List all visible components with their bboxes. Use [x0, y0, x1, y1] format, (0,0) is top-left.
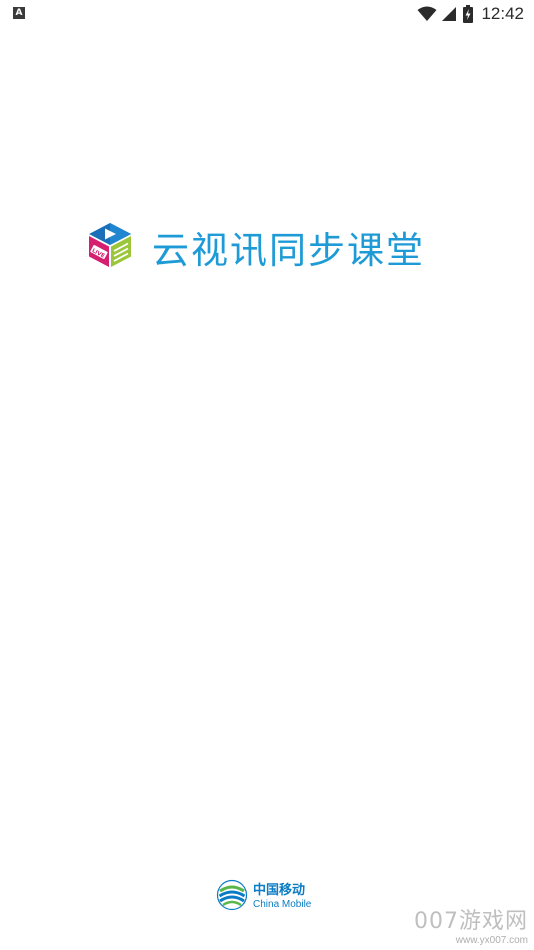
watermark-url: www.yx007.com — [455, 935, 528, 946]
watermark-text: 007游戏网 — [414, 909, 528, 934]
app-logo-icon: LIVE — [86, 221, 134, 273]
carrier-name-cn: 中国移动 — [253, 883, 306, 898]
app-name: 云视讯同步课堂 — [152, 229, 425, 272]
status-time: 12:42 — [481, 4, 524, 23]
carrier-name-en: China Mobile — [253, 899, 312, 910]
carrier-logo: 中国移动 China Mobile — [216, 879, 311, 915]
wifi-icon — [417, 6, 437, 22]
cellular-signal-icon — [441, 6, 457, 22]
app-logo: LIVE 云视讯同步课堂 — [86, 222, 425, 272]
status-bar: A 12:42 — [0, 0, 534, 28]
china-mobile-icon — [216, 879, 248, 915]
watermark: 007游戏网 www.yx007.com — [414, 903, 528, 946]
carrier-text: 中国移动 China Mobile — [253, 884, 311, 910]
battery-charging-icon — [463, 5, 474, 23]
status-icons: 12:42 — [417, 3, 524, 25]
notification-app-icon: A — [13, 7, 25, 19]
splash-screen: A 12:42 LIVE 云视讯同步课堂 中国移动 China Mobile 0… — [0, 0, 534, 950]
